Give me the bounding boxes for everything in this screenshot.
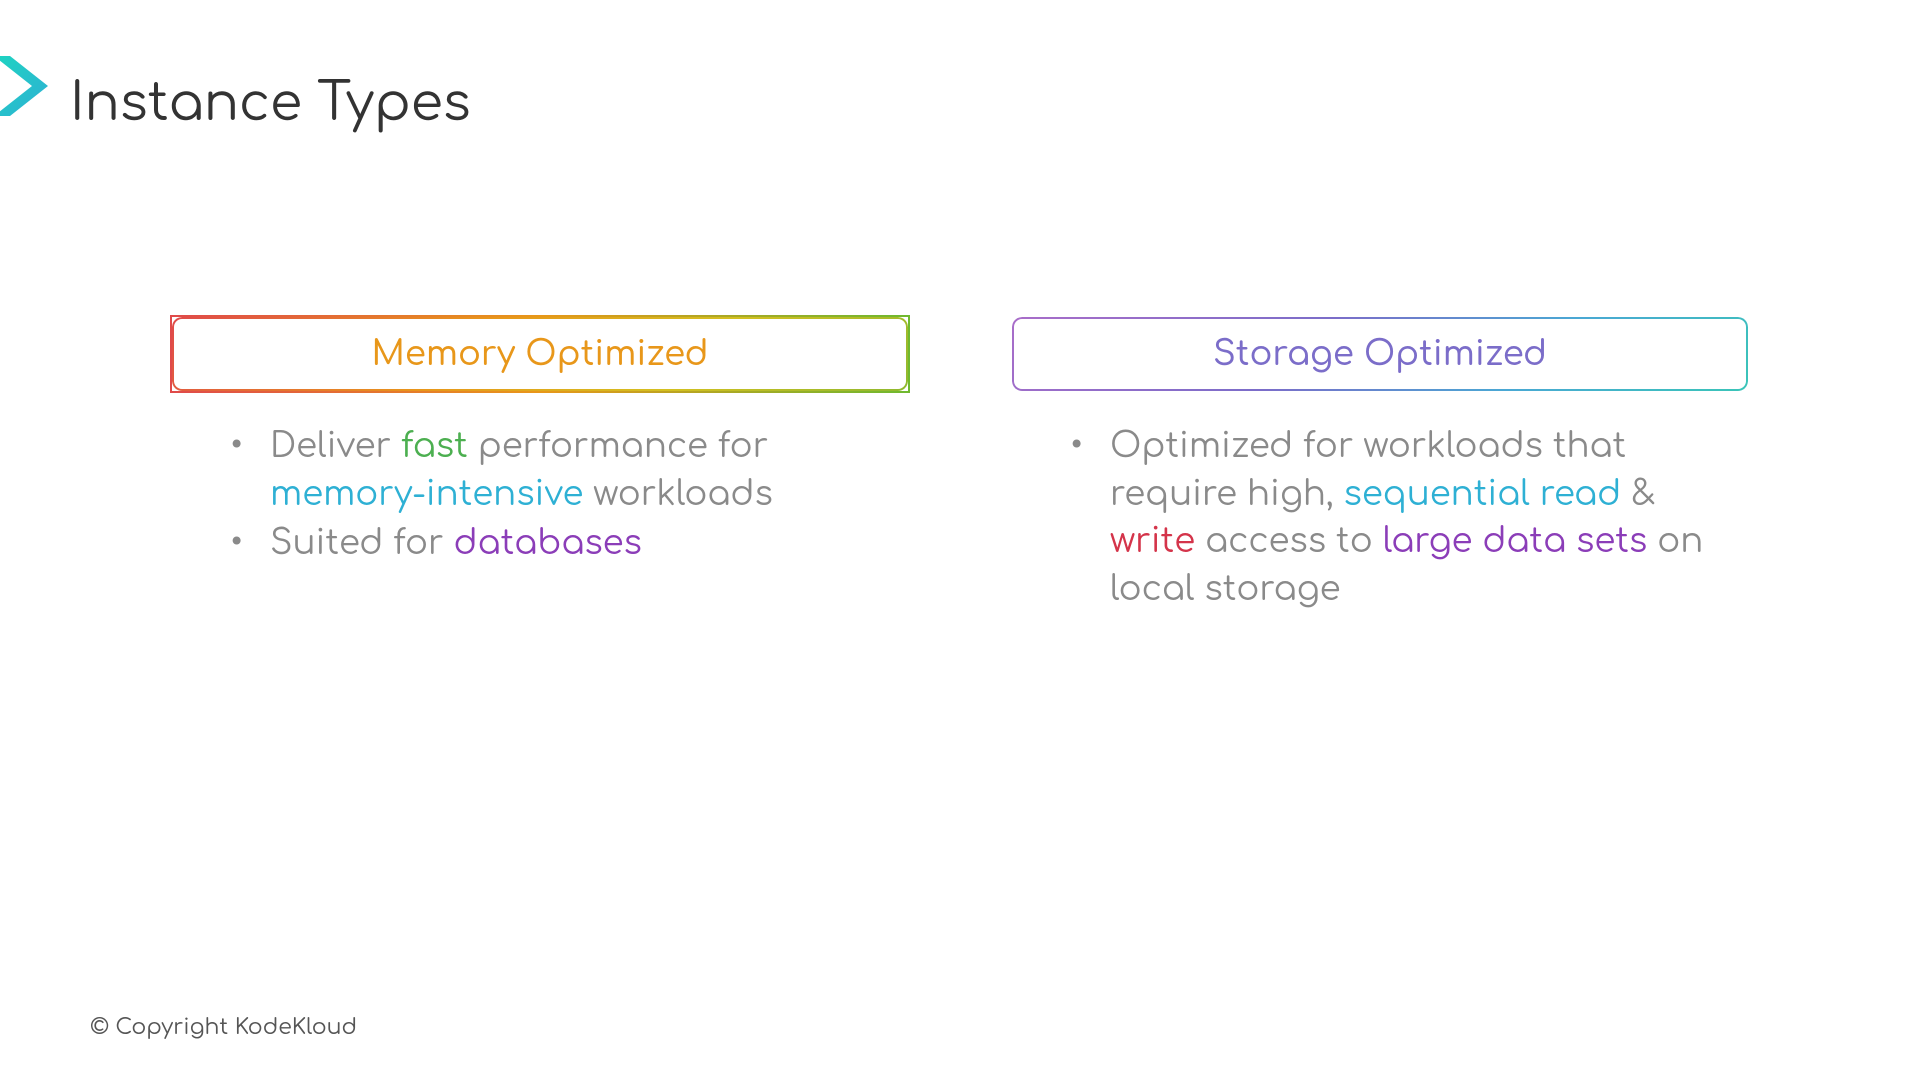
list-item: Optimized for workloads that require hig…: [1070, 423, 1750, 613]
list-item: Suited for databases: [230, 520, 910, 568]
memory-header: Memory Optimized: [170, 315, 910, 393]
content-row: Memory Optimized Deliver fast performanc…: [0, 315, 1920, 615]
page-title: Instance Types: [70, 75, 471, 133]
storage-column: Storage Optimized Optimized for workload…: [1010, 315, 1750, 615]
memory-bullets: Deliver fast performance for memory-inte…: [170, 423, 910, 568]
chevron-right-icon: [0, 48, 57, 127]
storage-bullets: Optimized for workloads that require hig…: [1010, 423, 1750, 613]
list-item: Deliver fast performance for memory-inte…: [230, 423, 910, 518]
storage-header: Storage Optimized: [1010, 315, 1750, 393]
copyright-text: © Copyright KodeKloud: [90, 1016, 357, 1040]
memory-column: Memory Optimized Deliver fast performanc…: [170, 315, 910, 615]
